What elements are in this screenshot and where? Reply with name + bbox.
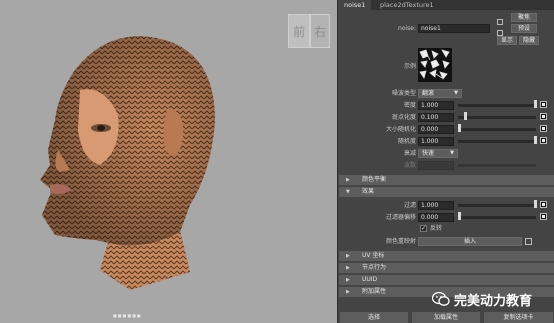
collapsed-arrow-icon: ▶ <box>346 289 350 295</box>
falloff-label: 衰减 <box>403 150 416 157</box>
section-title: UUID <box>362 276 378 283</box>
load-attributes-button[interactable]: 加载属性 <box>412 312 480 323</box>
copy-tab-button[interactable]: 复制选项卡 <box>484 312 553 323</box>
size-rand-slider-thumb[interactable] <box>458 124 461 132</box>
color-remap-label: 颜色重映射 <box>385 238 416 245</box>
collapsed-arrow-icon: ▶ <box>346 177 350 183</box>
num-waves-label: 波数 <box>403 162 416 169</box>
density-slider-thumb[interactable] <box>534 100 537 108</box>
show-button[interactable]: 显示 <box>497 36 517 45</box>
chevron-down-icon: ▼ <box>450 150 454 156</box>
filter-slider[interactable] <box>458 204 536 207</box>
spottyness-slider-thumb[interactable] <box>464 112 467 120</box>
filter-label: 过滤 <box>403 202 416 209</box>
color-remap-link-icon[interactable] <box>525 238 532 245</box>
textured-head-model <box>40 36 215 290</box>
viewport-caption: ■■■■■■ <box>113 313 142 318</box>
section-title: 节点行为 <box>362 264 387 271</box>
randomness-slider-thumb[interactable] <box>534 136 537 144</box>
hide-button[interactable]: 隐藏 <box>519 36 539 45</box>
filter-field[interactable]: 1.000 <box>418 201 454 210</box>
section-title: 效果 <box>362 188 375 195</box>
density-map-button[interactable] <box>540 101 547 108</box>
expanded-arrow-icon: ▼ <box>346 189 350 195</box>
node-tabs: noise1 place2dTexture1 <box>338 0 554 10</box>
wechat-logo-icon <box>432 291 450 306</box>
noise-type-label: 噪波类型 <box>391 90 416 97</box>
collapsed-arrow-icon: ▶ <box>346 265 350 271</box>
size-rand-label: 大小随机化 <box>385 126 416 133</box>
section-effects[interactable]: ▼ 效果 <box>339 187 554 197</box>
num-waves-field <box>418 161 454 170</box>
falloff-dropdown[interactable]: 快速 ▼ <box>418 149 458 158</box>
sample-label: 示例 <box>403 63 416 70</box>
node-name-label: noise: <box>398 25 416 32</box>
node-name-field[interactable]: noise1 <box>418 24 490 33</box>
tab-place2dtexture1[interactable]: place2dTexture1 <box>374 0 440 10</box>
section-uv-coords[interactable]: ▶ UV 坐标 <box>339 251 554 261</box>
spottyness-slider[interactable] <box>458 116 536 119</box>
density-slider[interactable] <box>458 104 536 107</box>
spottyness-field[interactable]: 0.100 <box>418 113 454 122</box>
collapsed-arrow-icon: ▶ <box>346 277 350 283</box>
randomness-slider[interactable] <box>458 140 536 143</box>
watermark-text: 完美动力教育 <box>454 294 533 309</box>
noise-type-dropdown[interactable]: 翻滚 ▼ <box>418 89 462 98</box>
spottyness-label: 斑点化度 <box>391 114 416 121</box>
view-cube[interactable]: 前 右 <box>288 14 330 50</box>
select-button[interactable]: 选择 <box>340 312 408 323</box>
randomness-field[interactable]: 1.000 <box>418 137 454 146</box>
section-node-behavior[interactable]: ▶ 节点行为 <box>339 263 554 273</box>
size-rand-map-button[interactable] <box>540 125 547 132</box>
section-title: 附加属性 <box>362 288 387 295</box>
noise-type-value: 翻滚 <box>422 90 435 97</box>
spottyness-map-button[interactable] <box>540 113 547 120</box>
viewport-3d[interactable]: 前 右 ■■■■■■ <box>0 0 337 323</box>
attribute-editor-panel: noise1 place2dTexture1 noise: noise1 聚焦 … <box>337 0 554 323</box>
num-waves-slider <box>458 164 536 167</box>
filter-offset-field[interactable]: 0.000 <box>418 213 454 222</box>
filter-slider-thumb[interactable] <box>534 200 537 208</box>
presets-button[interactable]: 预设 <box>511 24 537 33</box>
randomness-map-button[interactable] <box>540 137 547 144</box>
filter-offset-slider-thumb[interactable] <box>458 212 461 220</box>
view-cube-front-face[interactable]: 前 <box>288 14 310 48</box>
filter-offset-label: 过滤器偏移 <box>385 214 416 221</box>
filter-offset-slider[interactable] <box>458 216 536 219</box>
focus-output-icon[interactable] <box>497 19 503 25</box>
section-color-balance[interactable]: ▶ 颜色平衡 <box>339 175 554 185</box>
tab-noise1[interactable]: noise1 <box>338 0 372 10</box>
insert-button[interactable]: 插入 <box>418 237 522 246</box>
section-uuid[interactable]: ▶ UUID <box>339 275 554 285</box>
view-cube-right-face[interactable]: 右 <box>310 14 330 48</box>
falloff-value: 快速 <box>422 150 435 157</box>
size-rand-slider[interactable] <box>458 128 536 131</box>
randomness-label: 随机度 <box>397 138 416 145</box>
size-rand-field[interactable]: 0.000 <box>418 125 454 134</box>
section-title: UV 坐标 <box>362 252 385 259</box>
noise-sample-swatch <box>418 48 452 82</box>
invert-label: 反转 <box>430 225 443 232</box>
collapsed-arrow-icon: ▶ <box>346 253 350 259</box>
filter-offset-map-button[interactable] <box>540 213 547 220</box>
section-title: 颜色平衡 <box>362 176 387 183</box>
filter-map-button[interactable] <box>540 201 547 208</box>
density-label: 密度 <box>403 102 416 109</box>
focus-button[interactable]: 聚焦 <box>511 13 537 22</box>
chevron-down-icon: ▼ <box>454 90 458 96</box>
density-field[interactable]: 1.000 <box>418 101 454 110</box>
invert-checkbox[interactable]: ✓ <box>420 225 427 232</box>
watermark: 完美动力教育 <box>430 289 554 309</box>
